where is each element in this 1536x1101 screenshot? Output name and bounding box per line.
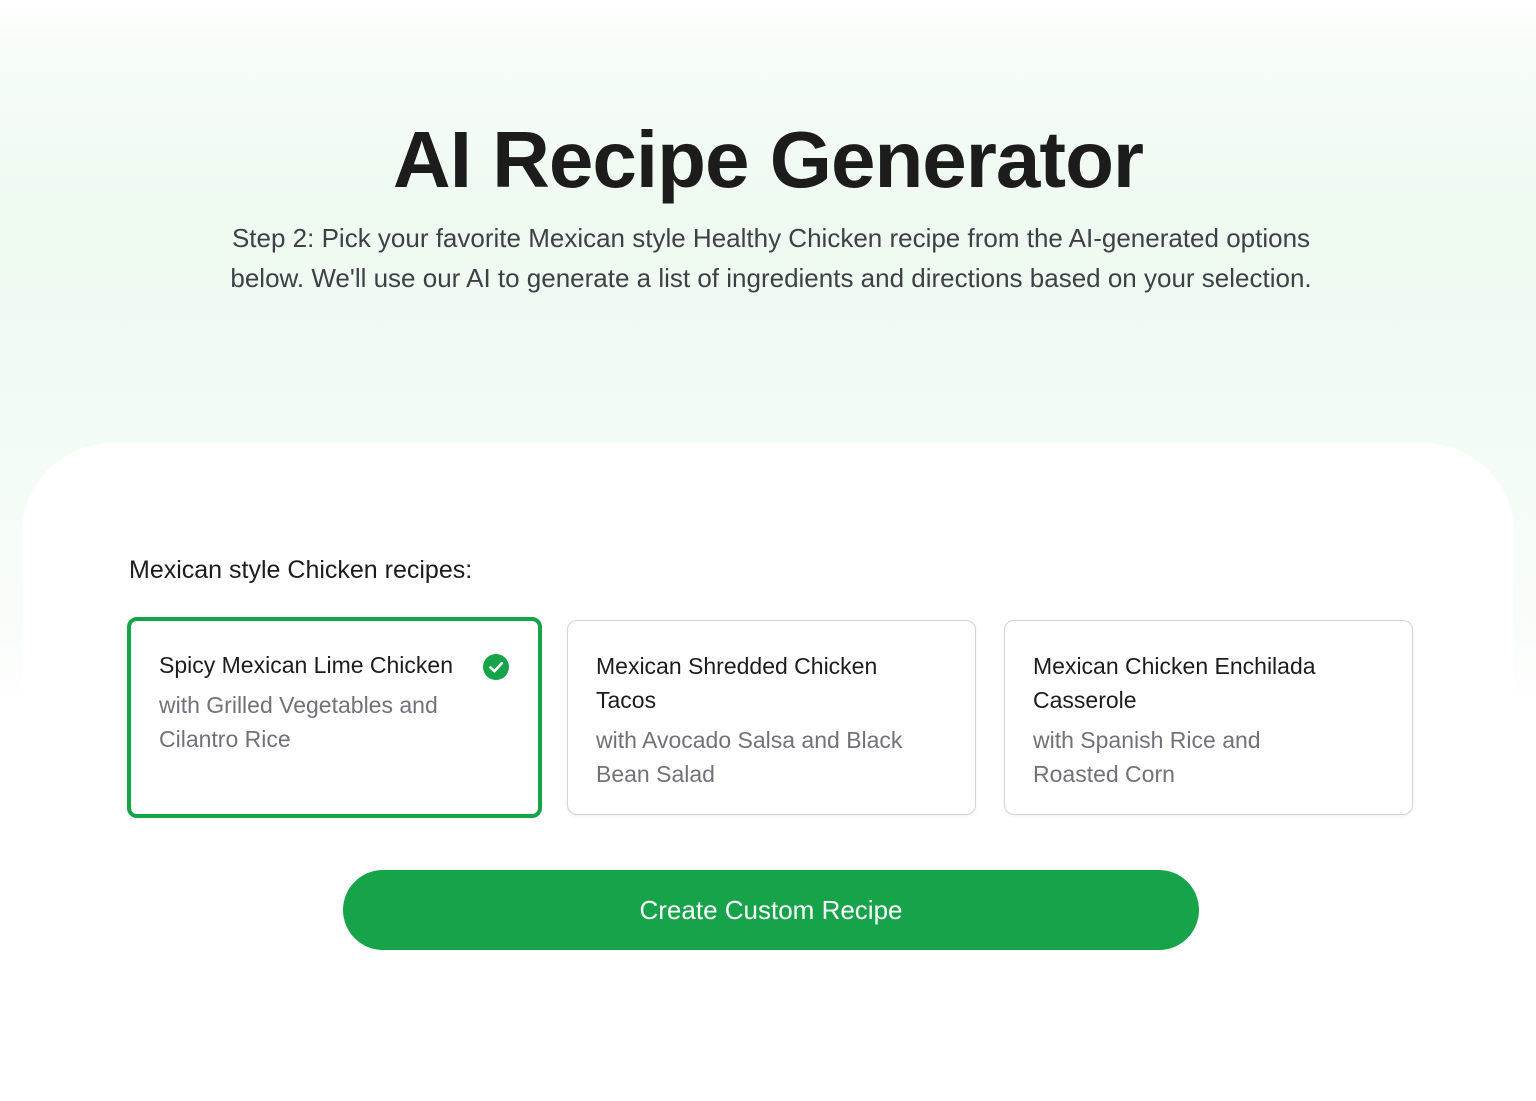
recipe-option-card[interactable]: Mexican Shredded Chicken Tacos with Avoc…	[567, 620, 976, 815]
page: AI Recipe Generator Step 2: Pick your fa…	[0, 0, 1536, 1101]
recipe-option-card[interactable]: Mexican Chicken Enchilada Casserole with…	[1004, 620, 1413, 815]
create-custom-recipe-button[interactable]: Create Custom Recipe	[343, 870, 1199, 950]
recipe-option-subtitle: with Spanish Rice and Roasted Corn	[1033, 727, 1261, 787]
recipe-option-title: Mexican Shredded Chicken Tacos	[596, 653, 878, 713]
recipe-option-title: Spicy Mexican Lime Chicken	[159, 652, 454, 678]
page-subtitle: Step 2: Pick your favorite Mexican style…	[230, 223, 1312, 293]
recipe-option-title: Mexican Chicken Enchilada Casserole	[1033, 653, 1316, 713]
recipes-section-label: Mexican style Chicken recipes:	[129, 556, 473, 584]
check-circle-icon	[483, 654, 509, 680]
recipe-option-card[interactable]: Spicy Mexican Lime Chicken with Grilled …	[127, 617, 542, 818]
recipe-option-subtitle: with Avocado Salsa and Black Bean Salad	[596, 727, 903, 787]
page-title: AI Recipe Generator	[392, 115, 1144, 204]
recipe-option-subtitle: with Grilled Vegetables and Cilantro Ric…	[159, 692, 438, 752]
